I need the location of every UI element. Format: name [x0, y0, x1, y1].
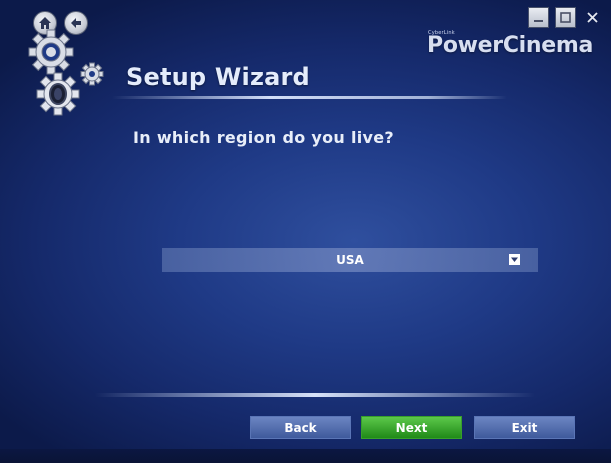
close-button[interactable]	[582, 7, 603, 28]
region-question: In which region do you live?	[133, 128, 394, 147]
exit-button[interactable]: Exit	[474, 416, 575, 439]
maximize-button[interactable]	[555, 7, 576, 28]
footer-divider	[95, 393, 535, 397]
maximize-icon	[560, 12, 571, 23]
brand-product: PowerCinema	[427, 33, 594, 58]
page-title: Setup Wizard	[126, 63, 310, 91]
chevron-down-icon	[511, 257, 518, 262]
setup-wizard-window: Setup Wizard CyberLink PowerCinema In wh…	[0, 0, 611, 463]
close-icon	[587, 12, 598, 23]
title-divider	[112, 96, 507, 99]
region-dropdown[interactable]: USA	[162, 248, 538, 272]
region-selected-value: USA	[336, 253, 364, 267]
minimize-button[interactable]	[528, 7, 549, 28]
dropdown-toggle[interactable]	[509, 254, 520, 265]
next-button[interactable]: Next	[361, 416, 462, 439]
window-bottom-frame	[0, 449, 611, 463]
brand-logo: CyberLink PowerCinema	[427, 30, 594, 64]
back-button[interactable]: Back	[250, 416, 351, 439]
gears-icon	[28, 29, 104, 116]
minimize-icon	[534, 20, 543, 22]
